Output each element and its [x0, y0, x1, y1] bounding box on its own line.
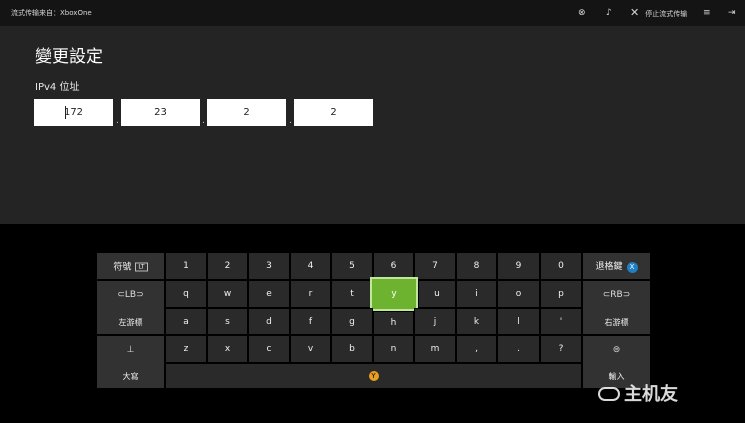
key-q[interactable]: q [165, 280, 207, 308]
key-l[interactable]: l [497, 308, 540, 335]
ip-octet-3[interactable]: 2 [207, 99, 286, 126]
key-m[interactable]: m [414, 335, 456, 363]
key-period[interactable]: . [497, 335, 540, 363]
key-u[interactable]: u [418, 280, 456, 308]
key-5[interactable]: 5 [331, 252, 373, 280]
left-cursor-key[interactable]: ⊂LB⊃ 左游標 [96, 280, 165, 335]
key-3[interactable]: 3 [248, 252, 290, 280]
settings-panel: 變更設定 IPv4 位址 172 . 23 . 2 . 2 [0, 26, 745, 224]
key-b[interactable]: b [331, 335, 373, 363]
key-9[interactable]: 9 [497, 252, 540, 280]
key-question[interactable]: ? [540, 335, 582, 363]
y-button-icon: Y [368, 371, 379, 381]
symbols-key[interactable]: 符號 LT [96, 252, 165, 280]
menu-icon[interactable]: ≡ [703, 6, 711, 20]
x-button-icon: X [626, 262, 638, 273]
key-h[interactable]: h [373, 311, 414, 335]
key-d[interactable]: d [248, 308, 290, 335]
text-caret [65, 106, 66, 119]
key-6[interactable]: 6 [373, 252, 414, 280]
lb-bumper-icon: ⊂LB⊃ [117, 290, 144, 300]
rb-bumper-icon: ⊂RB⊃ [602, 290, 631, 300]
key-t[interactable]: t [331, 280, 373, 308]
key-n[interactable]: n [373, 335, 414, 363]
stop-streaming-button[interactable]: ✕ 停止流式传输 [630, 6, 687, 21]
gamepad-icon [598, 387, 620, 401]
backspace-key[interactable]: 退格鍵 X [582, 252, 651, 280]
key-y-selected[interactable]: y [370, 277, 418, 311]
key-j[interactable]: j [414, 308, 456, 335]
key-w[interactable]: w [207, 280, 248, 308]
xbox-icon[interactable]: ⊗ [578, 6, 586, 20]
key-x[interactable]: x [207, 335, 248, 363]
key-4[interactable]: 4 [290, 252, 331, 280]
menu-button-icon: ⊜ [612, 345, 621, 355]
key-i[interactable]: i [456, 280, 497, 308]
key-2[interactable]: 2 [207, 252, 248, 280]
key-comma[interactable]: , [456, 335, 497, 363]
key-e[interactable]: e [248, 280, 290, 308]
key-o[interactable]: o [497, 280, 540, 308]
key-1[interactable]: 1 [165, 252, 207, 280]
app-title: 流式传输来自：XboxOne [11, 9, 92, 17]
key-f[interactable]: f [290, 308, 331, 335]
title-bar: 流式传输来自：XboxOne ⊗ ♪ ✕ 停止流式传输 ≡ ⇥ [0, 0, 745, 26]
left-stick-icon: ⊥ [126, 345, 135, 355]
lt-trigger-icon: LT [135, 262, 148, 272]
watermark-logo: 主机友 [598, 380, 678, 406]
key-a[interactable]: a [165, 308, 207, 335]
key-apostrophe[interactable]: ' [540, 308, 582, 335]
ip-octet-4[interactable]: 2 [294, 99, 373, 126]
space-key[interactable]: Y [165, 363, 582, 389]
ip-dot: . [116, 116, 119, 126]
ipv4-label: IPv4 位址 [35, 82, 80, 93]
key-z[interactable]: z [165, 335, 207, 363]
key-p[interactable]: p [540, 280, 582, 308]
page-title: 變更設定 [35, 47, 103, 67]
controller-icon[interactable]: ♪ [606, 6, 612, 20]
key-0[interactable]: 0 [540, 252, 582, 280]
key-g[interactable]: g [331, 308, 373, 335]
ip-dot: . [289, 116, 292, 126]
virtual-keyboard: 符號 LT ⊂LB⊃ 左游標 ⊥ 大寫 退格鍵 X ⊂RB⊃ 右游標 ⊜ 輸入 1 … [96, 252, 651, 389]
key-8[interactable]: 8 [456, 252, 497, 280]
key-k[interactable]: k [456, 308, 497, 335]
ip-octet-2[interactable]: 23 [121, 99, 200, 126]
ip-octet-1[interactable]: 172 [34, 99, 113, 126]
ip-dot: . [202, 116, 205, 126]
right-cursor-key[interactable]: ⊂RB⊃ 右游標 [582, 280, 651, 335]
key-c[interactable]: c [248, 335, 290, 363]
key-7[interactable]: 7 [414, 252, 456, 280]
close-icon: ✕ [630, 6, 640, 19]
collapse-icon[interactable]: ⇥ [728, 6, 736, 20]
key-v[interactable]: v [290, 335, 331, 363]
caps-key[interactable]: ⊥ 大寫 [96, 335, 165, 389]
key-r[interactable]: r [290, 280, 331, 308]
key-s[interactable]: s [207, 308, 248, 335]
